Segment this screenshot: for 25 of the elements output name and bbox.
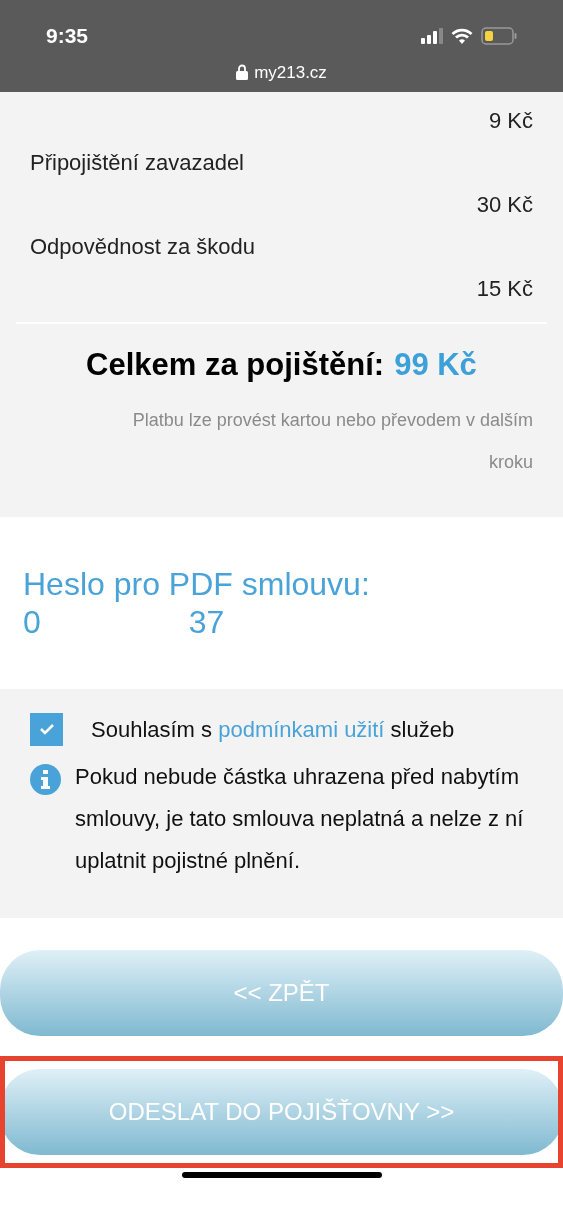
item-price: 15 Kč	[476, 275, 533, 303]
info-icon	[30, 763, 61, 795]
url-text[interactable]: my213.cz	[254, 59, 327, 85]
total-label: Celkem za pojištění:	[86, 346, 385, 384]
item-price: 30 Kč	[476, 191, 533, 219]
signal-icon	[421, 27, 443, 44]
payment-note: Platbu lze provést kartou nebo převodem v dalším kroku	[131, 408, 534, 474]
info-text: Pokud nebude částka uhrazena před nabytím smlouvy, je tato smlouva neplatná a nelze z ní uplatnit pojistné plnění.	[75, 762, 525, 875]
check-icon	[38, 723, 55, 735]
consent-checkbox[interactable]	[30, 712, 63, 746]
item-label: Odpovědnost za škodu	[30, 233, 257, 261]
wifi-icon	[451, 27, 473, 44]
item-price: 9 Kč	[488, 107, 533, 135]
password-label: Heslo pro PDF smlouvu:	[23, 564, 371, 603]
total-value: 99 Kč	[394, 346, 477, 384]
back-button[interactable]: << ZPĚT	[0, 949, 563, 1036]
password-start: 0	[23, 602, 41, 641]
item-label: Připojištění zavazadel	[30, 149, 245, 177]
lock-icon	[236, 64, 249, 81]
password-end: 37	[188, 602, 225, 641]
battery-icon	[481, 26, 517, 45]
terms-link[interactable]: podmínkami užití	[218, 716, 385, 742]
consent-text: Souhlasím s podmínkami užití služeb	[91, 715, 455, 744]
submit-button[interactable]: ODESLAT DO POJIŠŤOVNY >>	[5, 1068, 558, 1155]
status-time: 9:35	[46, 23, 89, 49]
